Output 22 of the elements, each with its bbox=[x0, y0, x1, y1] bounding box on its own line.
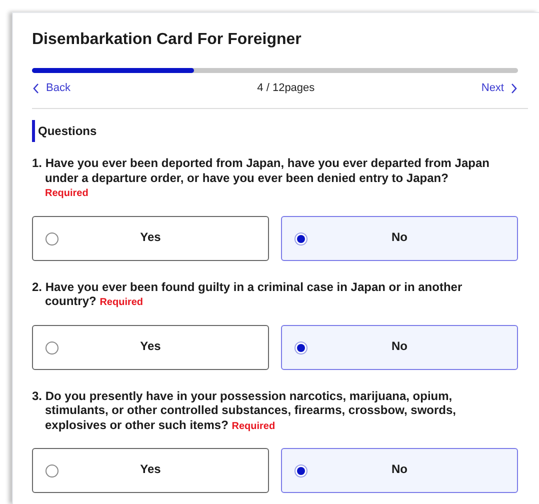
chevron-right-icon bbox=[510, 82, 518, 94]
radio-icon bbox=[294, 464, 308, 478]
radio-icon bbox=[294, 340, 308, 354]
radio-icon bbox=[45, 464, 59, 478]
radio-icon bbox=[45, 232, 59, 246]
question-text: 3. Do you presently have in your possession narcotics, marijuana, opium, stimulants, or other controlled substances, firearms, crossbow, swords, explosives or other such items? Required bbox=[32, 388, 457, 434]
radio-option[interactable]: Yes bbox=[32, 324, 269, 370]
back-link[interactable]: Back bbox=[32, 80, 70, 96]
radio-option[interactable]: Yes bbox=[32, 448, 269, 493]
radio-option[interactable]: Yes bbox=[32, 216, 269, 260]
next-link[interactable]: Next bbox=[481, 80, 518, 96]
radio-icon bbox=[294, 232, 308, 246]
page-title: Disembarkation Card For Foreigner bbox=[32, 30, 302, 50]
section-heading: Questions bbox=[38, 123, 97, 140]
radio-option[interactable]: No bbox=[281, 324, 518, 370]
question-text: 2. Have you ever been found guilty in a criminal case in Japan or in another country? Required bbox=[32, 280, 464, 310]
radio-icon bbox=[45, 340, 59, 354]
chevron-left-icon bbox=[32, 82, 40, 94]
radio-option[interactable]: No bbox=[281, 216, 518, 260]
question-text: 1. Have you ever been deported from Japan, have you ever departed from Japan under a departure order, or have you ever been denied entry to Japan? Required bbox=[32, 156, 490, 201]
radio-option[interactable]: No bbox=[281, 448, 518, 493]
page-counter: 4 / 12pages bbox=[256, 80, 315, 96]
